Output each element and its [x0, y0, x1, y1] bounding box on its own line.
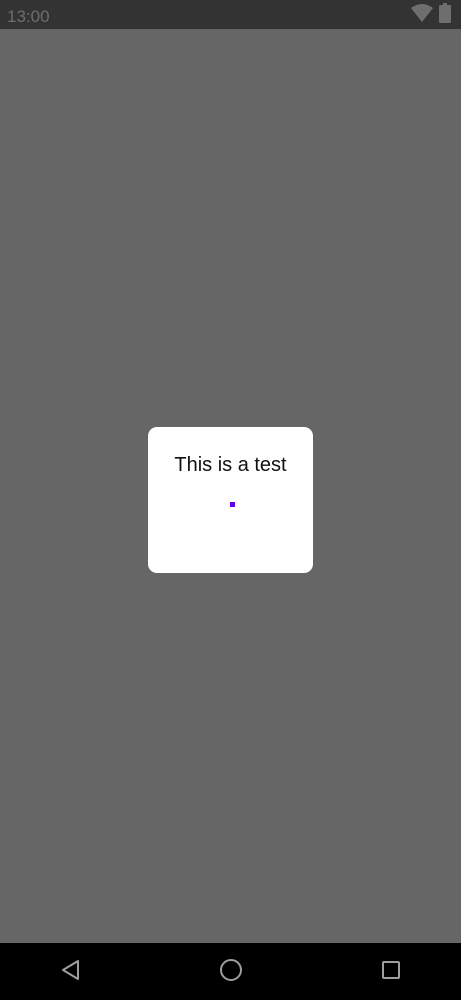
status-bar: 13:00: [0, 0, 461, 29]
battery-icon: [439, 2, 451, 28]
progress-dialog: This is a test: [148, 427, 313, 573]
wifi-icon: [411, 3, 433, 27]
navigation-bar: [0, 943, 461, 1000]
recents-icon: [381, 960, 401, 985]
recents-button[interactable]: [376, 957, 406, 987]
home-icon: [219, 958, 243, 987]
dialog-message: This is a test: [174, 454, 287, 476]
progress-indicator: [230, 502, 235, 507]
status-icons: [411, 2, 451, 28]
home-button[interactable]: [216, 957, 246, 987]
status-time: 13:00: [7, 7, 50, 26]
back-button[interactable]: [56, 957, 86, 987]
back-icon: [60, 959, 82, 986]
